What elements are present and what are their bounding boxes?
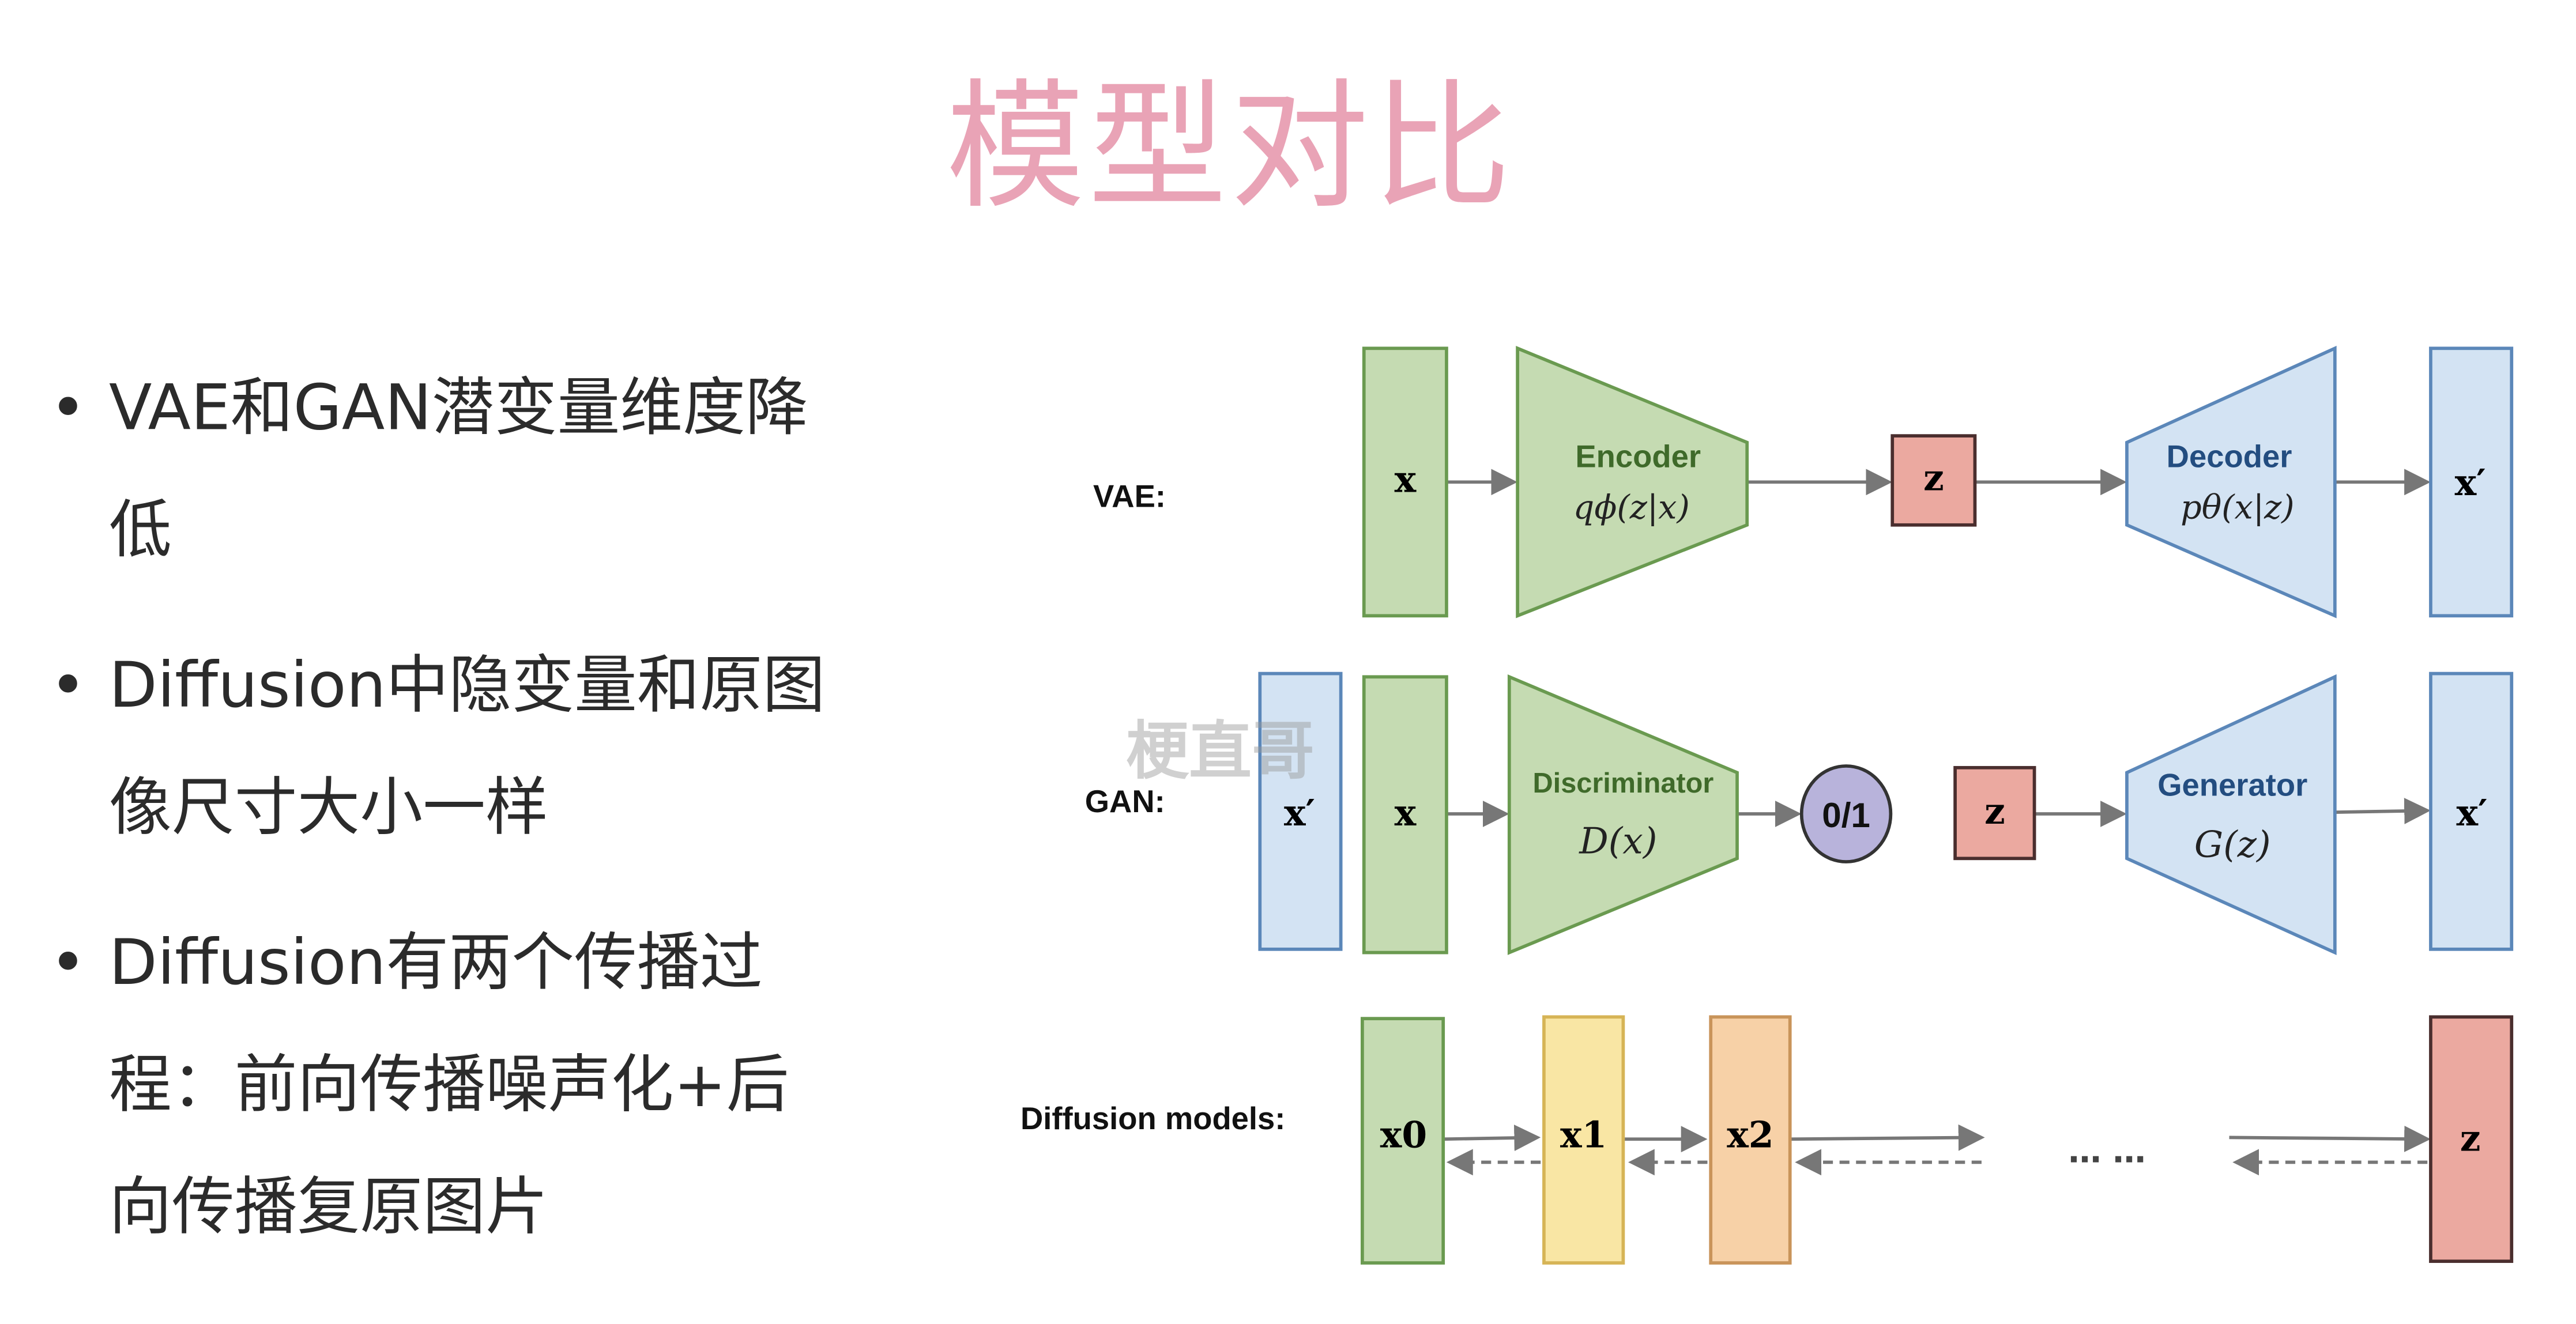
encoder-block (1516, 346, 1749, 618)
decoder-label: Decoder (2167, 439, 2292, 474)
discriminator-label: Discriminator (1533, 768, 1714, 799)
arrow (2229, 1125, 2431, 1152)
arrow (1443, 1125, 1541, 1151)
vae-output-label: x′ (2455, 461, 2486, 504)
vae-latent-label: z (1923, 457, 1944, 499)
generator-label: Generator (2157, 767, 2307, 802)
diffusion-ellipsis: … … (2068, 1131, 2145, 1170)
diffusion-x2-label: x2 (1727, 1114, 1773, 1156)
diffusion-latent-label: z (2460, 1116, 2481, 1159)
arrow (2334, 798, 2431, 824)
vae-input-label: x (1395, 458, 1417, 501)
vae-label: VAE: (1093, 478, 1166, 514)
decoder-formula: pθ(x|z) (2180, 488, 2295, 526)
gan-real-label: x′ (1284, 791, 1315, 834)
diffusion-x0-label: x0 (1380, 1114, 1427, 1156)
model-diagram: VAE: x Encoder qϕ(z|x) z Decoder pθ(x|z)… (1020, 345, 2514, 1265)
generator-formula: G(z) (2194, 823, 2271, 865)
gan-latent-label: z (1984, 790, 2005, 832)
generator-block (2125, 674, 2337, 956)
classification-output-label: 0/1 (1822, 796, 1870, 835)
discriminator-block (1507, 674, 1739, 955)
slide: 模型对比 VAE和GAN潜变量维度降低 Diffusion中隐变量和原图像尺寸大… (0, 0, 2576, 1324)
gan-input-label: x (1395, 791, 1417, 834)
discriminator-formula: D(x) (1579, 820, 1657, 862)
diffusion-label: Diffusion models: (1020, 1101, 1285, 1136)
encoder-formula: qϕ(z|x) (1573, 488, 1690, 526)
diffusion-x1-label: x1 (1560, 1114, 1607, 1156)
watermark: 梗直哥 (1126, 715, 1315, 788)
gan-output-label: x′ (2456, 791, 2487, 834)
decoder-block (2125, 345, 2337, 618)
arrow (1790, 1124, 1985, 1151)
encoder-label: Encoder (1575, 439, 1701, 474)
